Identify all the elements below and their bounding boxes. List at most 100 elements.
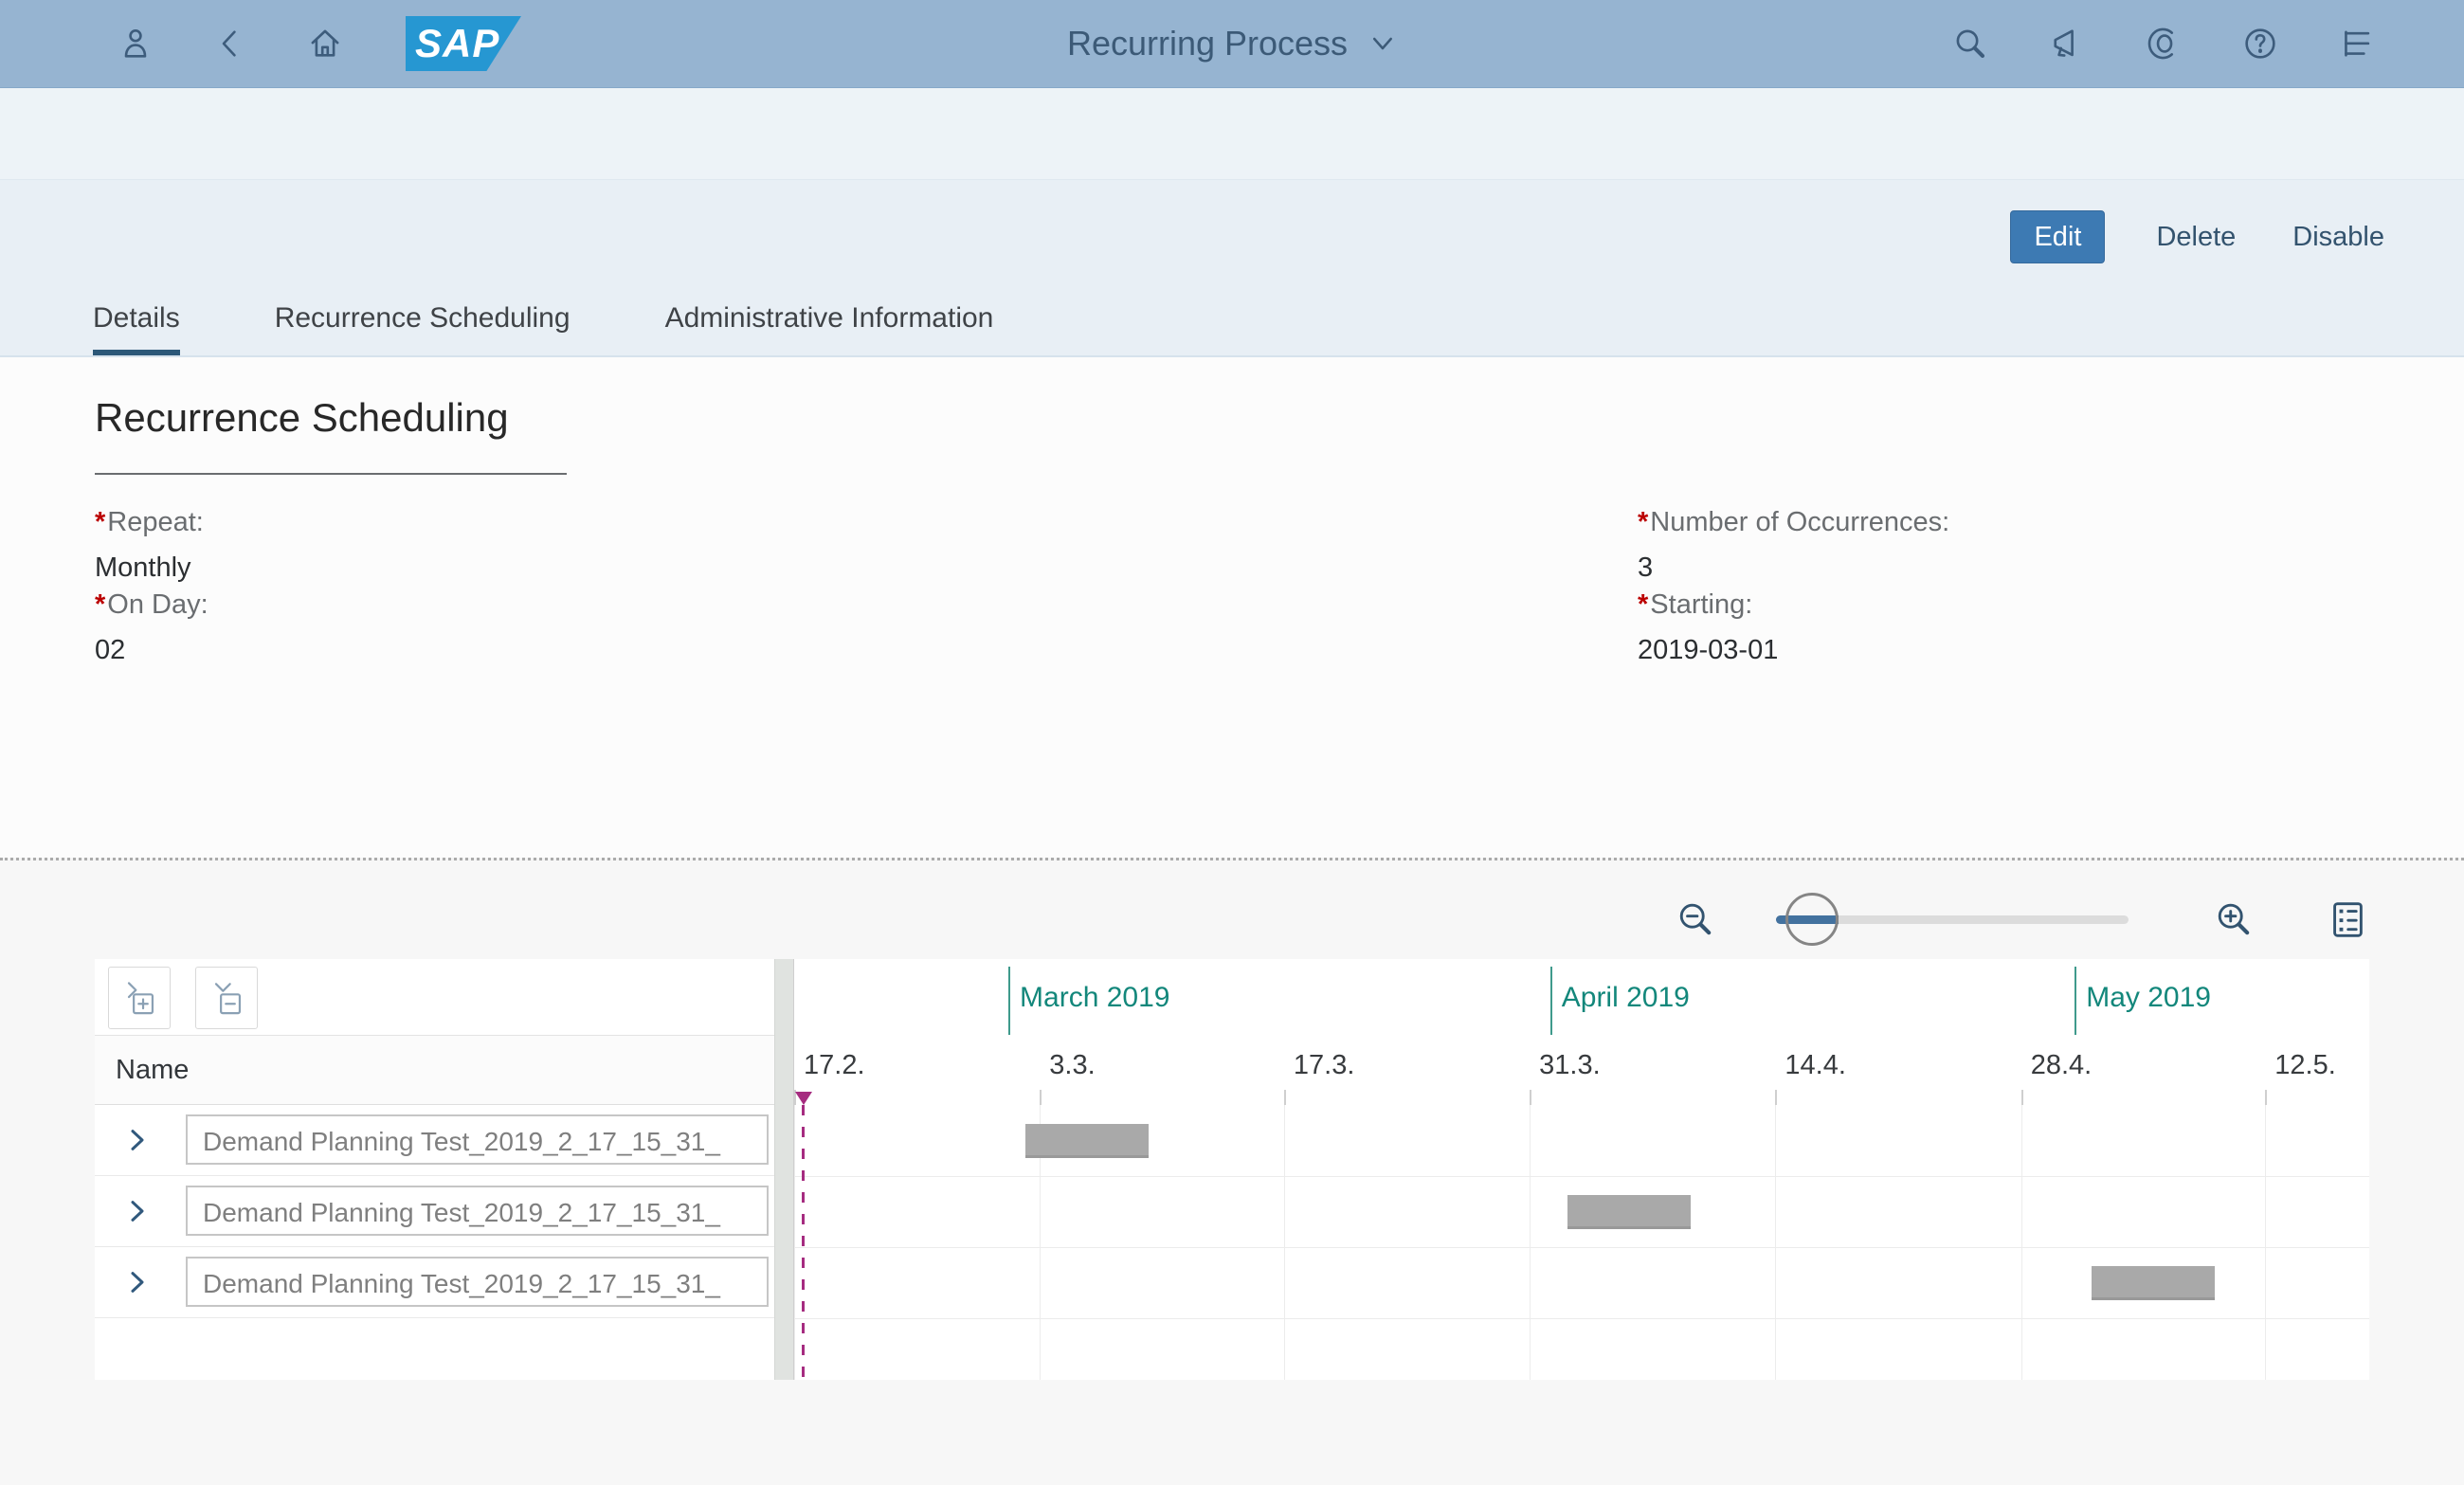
home-icon[interactable]	[303, 22, 347, 65]
field-value: 3	[1638, 552, 1654, 583]
tab-label: Recurrence Scheduling	[274, 302, 571, 334]
shell-subheader	[0, 88, 2464, 180]
date-tick-label: 14.4.	[1785, 1050, 1846, 1080]
required-asterisk: *	[1638, 589, 1649, 620]
row-name-field[interactable]: Demand Planning Test_2019_2_17_15_31_	[186, 1114, 769, 1165]
field-number-of-occurrences: *Number of Occurrences: 3	[1638, 507, 1949, 584]
row-expand-chevron-icon[interactable]	[123, 1268, 152, 1296]
zoom-slider-handle[interactable]	[1785, 893, 1839, 946]
grid-hline	[794, 1318, 2369, 1319]
expand-all-icon[interactable]	[108, 967, 171, 1029]
search-icon[interactable]	[1948, 22, 1992, 65]
collapse-all-icon[interactable]	[195, 967, 258, 1029]
grid-vline	[2265, 1105, 2267, 1380]
field-label: *On Day:	[95, 589, 208, 620]
row-name-field[interactable]: Demand Planning Test_2019_2_17_15_31_	[186, 1186, 769, 1236]
menu-icon[interactable]	[2335, 22, 2379, 65]
tab-administrative-information[interactable]: Administrative Information	[665, 302, 994, 355]
gantt-toolbar	[1674, 881, 2369, 957]
gantt-table: Name Demand Planning Test_2019_2_17_15_3…	[95, 959, 774, 1380]
megaphone-icon[interactable]	[2045, 22, 2089, 65]
help-icon[interactable]	[2238, 22, 2282, 65]
date-tick-mark	[2265, 1090, 2268, 1105]
gantt-table-row: Demand Planning Test_2019_2_17_15_31_	[95, 1176, 774, 1247]
gantt-bar[interactable]	[1567, 1195, 1691, 1229]
form-column-right: *Number of Occurrences: 3 *Starting: 201…	[1638, 507, 1949, 672]
gantt-section: Name Demand Planning Test_2019_2_17_15_3…	[0, 860, 2464, 1485]
month-start-line	[2074, 967, 2077, 1035]
page-title: Recurring Process	[1066, 24, 1349, 63]
gantt-bar[interactable]	[1025, 1124, 1149, 1158]
date-tick-label: 31.3.	[1539, 1050, 1601, 1080]
field-repeat: *Repeat: Monthly	[95, 507, 208, 584]
grid-vline	[1775, 1105, 1777, 1380]
required-asterisk: *	[1638, 507, 1649, 537]
tab-active-underline	[93, 350, 180, 355]
tab-label: Details	[93, 302, 180, 334]
zoom-slider[interactable]	[1776, 891, 2129, 948]
zoom-out-icon[interactable]	[1674, 897, 1717, 941]
row-expand-chevron-icon[interactable]	[123, 1126, 152, 1154]
sap-logo-text: SAP	[415, 21, 500, 65]
gantt-month-header: March 2019 April 2019 May 2019	[794, 959, 2369, 1035]
delete-button[interactable]: Delete	[2150, 210, 2241, 263]
tab-details[interactable]: Details	[93, 302, 180, 355]
back-icon[interactable]	[208, 22, 252, 65]
grid-hline	[794, 1247, 2369, 1248]
date-tick-mark	[2020, 1090, 2023, 1105]
date-tick-label: 28.4.	[2030, 1050, 2093, 1080]
disable-button[interactable]: Disable	[2287, 210, 2390, 263]
app-title-menu[interactable]: Recurring Process	[1061, 0, 1403, 87]
row-expand-chevron-icon[interactable]	[123, 1197, 152, 1225]
field-value: Monthly	[95, 552, 191, 583]
field-label: *Repeat:	[95, 507, 204, 537]
shell-left-group: SAP	[114, 0, 521, 87]
gantt-table-empty-row	[95, 1318, 774, 1380]
date-tick-label: 17.3.	[1293, 1050, 1355, 1080]
gantt-chart: March 2019 April 2019 May 2019 17.2. 3.3. 17…	[794, 959, 2369, 1380]
page: SAP Recurring Process Edit Delete Disabl…	[0, 0, 2464, 1485]
grid-vline	[2020, 1105, 2022, 1380]
field-on-day: *On Day: 02	[95, 589, 208, 666]
gantt-table-row: Demand Planning Test_2019_2_17_15_31_	[95, 1105, 774, 1176]
month-label: May 2019	[2086, 982, 2211, 1013]
grid-vline	[1530, 1105, 1531, 1380]
chevron-down-icon	[1373, 37, 1393, 50]
section-content: Recurrence Scheduling *Repeat: Monthly *…	[0, 357, 2464, 858]
gantt-panel: Name Demand Planning Test_2019_2_17_15_3…	[95, 959, 2369, 1380]
tab-recurrence-scheduling[interactable]: Recurrence Scheduling	[275, 302, 571, 355]
month-start-line	[1549, 967, 1552, 1035]
gantt-table-toolbar	[95, 959, 774, 1036]
date-tick-mark	[1775, 1090, 1778, 1105]
field-value: 2019-03-01	[1638, 635, 1779, 665]
form-column-left: *Repeat: Monthly *On Day: 02	[95, 507, 208, 672]
row-name-field[interactable]: Demand Planning Test_2019_2_17_15_31_	[186, 1257, 769, 1307]
edit-button[interactable]: Edit	[2010, 210, 2106, 263]
copilot-icon[interactable]	[2142, 22, 2185, 65]
legend-icon[interactable]	[2326, 897, 2369, 941]
header-actions: Edit Delete Disable	[2010, 210, 2390, 263]
date-tick-label: 3.3.	[1049, 1050, 1096, 1080]
gantt-date-scale: 17.2. 3.3. 17.3. 31.3. 14.4. 28.4. 12.5.	[794, 1035, 2369, 1105]
field-value: 02	[95, 635, 126, 665]
required-asterisk: *	[95, 589, 106, 620]
sap-logo[interactable]: SAP	[406, 16, 521, 71]
gantt-chart-body	[794, 1105, 2369, 1380]
month-start-line	[1008, 967, 1011, 1035]
month-label: March 2019	[1020, 982, 1170, 1013]
grid-vline	[1283, 1105, 1285, 1380]
name-column-header: Name	[95, 1036, 774, 1105]
required-asterisk: *	[95, 507, 106, 537]
today-marker	[794, 1092, 812, 1105]
shell-right-group	[1948, 0, 2379, 87]
date-tick-mark	[1040, 1090, 1042, 1105]
field-label: *Number of Occurrences:	[1638, 507, 1950, 537]
field-label: *Starting:	[1638, 589, 1753, 620]
gantt-bar[interactable]	[2092, 1266, 2216, 1300]
section-title: Recurrence Scheduling	[95, 395, 567, 475]
object-page-header: Edit Delete Disable Details Recurrence Sch…	[0, 180, 2464, 357]
grid-vline	[794, 1105, 795, 1380]
user-icon[interactable]	[114, 22, 157, 65]
gantt-splitter[interactable]	[774, 959, 794, 1380]
zoom-in-icon[interactable]	[2212, 897, 2256, 941]
